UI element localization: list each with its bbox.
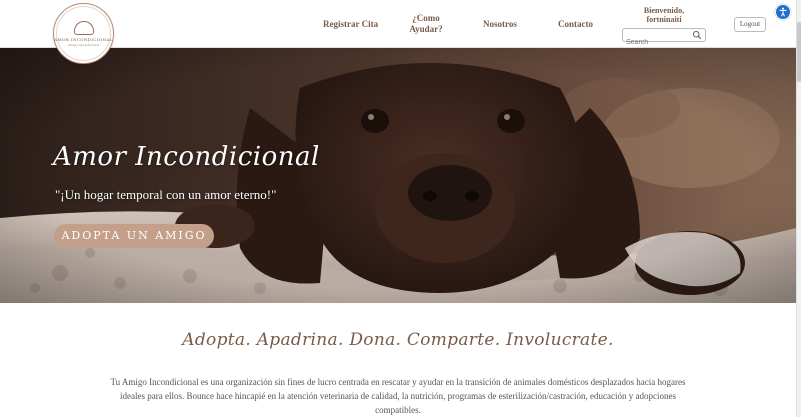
search-icon[interactable] (692, 30, 702, 40)
adopt-button[interactable]: ADOPTA UN AMIGO (54, 224, 214, 248)
navbar: Registrar Cita ¿Como Ayudar? Nosotros Co… (0, 0, 796, 49)
organization-description: Tu Amigo Incondicional es una organizaci… (110, 377, 686, 415)
welcome-message: Bienvenido, fortninaiti (622, 6, 706, 24)
site-logo[interactable]: AMOR INCONDICIONAL Amigo Incondicional (53, 3, 114, 64)
nav-como-ayudar[interactable]: ¿Como Ayudar? (407, 13, 445, 35)
logo-subtitle: Amigo Incondicional (67, 42, 100, 47)
nav-registrar-cita[interactable]: Registrar Cita (323, 19, 378, 30)
welcome-greeting: Bienvenido, (643, 6, 685, 15)
search-input[interactable] (623, 36, 691, 49)
scrollbar-thumb[interactable] (797, 22, 801, 82)
hero-subtitle: "¡Un hogar temporal con un amor eterno!" (55, 187, 277, 202)
section-tagline: Adopta. Apadrina. Dona. Comparte. Involu… (182, 330, 614, 350)
hero-banner: Amor Incondicional "¡Un hogar temporal c… (0, 48, 796, 303)
heart-logo-icon (73, 20, 94, 35)
accessibility-icon[interactable] (775, 4, 791, 20)
welcome-username: fortninaiti (646, 15, 682, 24)
logo-badge: AMOR INCONDICIONAL Amigo Incondicional (54, 6, 113, 61)
page-scrollbar[interactable] (796, 0, 801, 417)
search-box (622, 28, 706, 49)
logout-button[interactable]: Logout (734, 17, 766, 32)
nav-contacto[interactable]: Contacto (558, 19, 593, 30)
logo-title: AMOR INCONDICIONAL (54, 36, 113, 42)
hero-title: Amor Incondicional (53, 142, 320, 172)
hero-image (0, 48, 796, 303)
nav-nosotros[interactable]: Nosotros (483, 19, 517, 30)
